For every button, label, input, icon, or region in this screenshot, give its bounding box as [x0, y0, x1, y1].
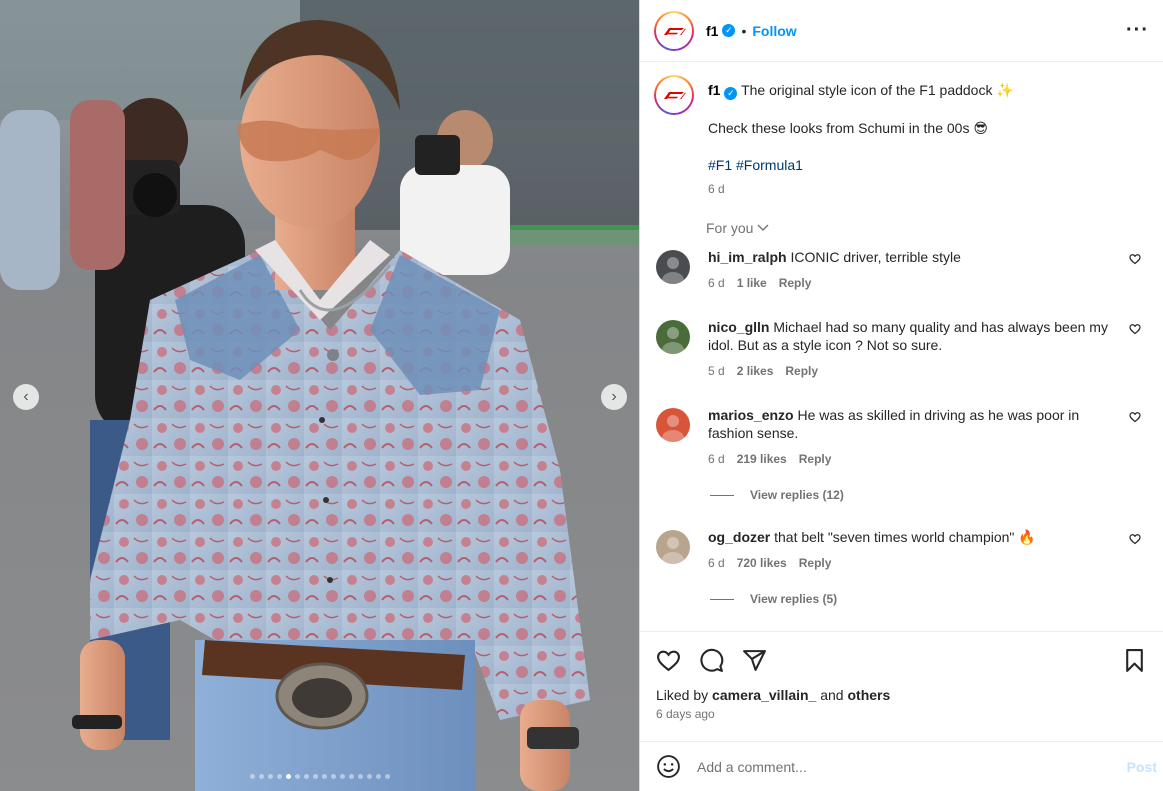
caption-username[interactable]: f1 [708, 82, 720, 98]
comment-text: ICONIC driver, terrible style [790, 249, 961, 265]
author-avatar[interactable] [654, 10, 694, 51]
comment-input[interactable] [697, 758, 1127, 775]
comment-item: marios_enzo He was as skilled in driving… [654, 406, 1149, 468]
slide-dot [348, 774, 354, 779]
post-media[interactable]: ‹ › [0, 0, 639, 791]
separator-dot: • [741, 22, 747, 39]
post-side-panel: f1 ✓ • Follow ··· f1 ✓ The original styl… [639, 0, 1163, 791]
slide-dot [321, 774, 327, 779]
post-comment-button[interactable]: Post [1127, 759, 1157, 775]
comment-text: that belt "seven times world champion" 🔥 [774, 529, 1036, 545]
slide-dot [294, 774, 300, 779]
comment-time[interactable]: 5 d [708, 362, 725, 380]
commenter-avatar[interactable] [656, 530, 690, 564]
comments-list[interactable]: f1 ✓ The original style icon of the F1 pa… [640, 63, 1163, 631]
commenter-username[interactable]: marios_enzo [708, 407, 794, 423]
comment-like-heart-icon[interactable] [1129, 411, 1141, 423]
slide-dot [339, 774, 345, 779]
liked-by-and: and [816, 687, 848, 703]
post-header: f1 ✓ • Follow ··· [640, 0, 1163, 62]
comment-reply-button[interactable]: Reply [799, 554, 832, 572]
follow-button[interactable]: Follow [752, 23, 796, 39]
caption-text-line1: The original style icon of the F1 paddoc… [741, 82, 1014, 98]
slide-dot [357, 774, 363, 779]
comment-reply-button[interactable]: Reply [799, 450, 832, 468]
caption-text-line2: Check these looks from Schumi in the 00s… [708, 120, 988, 136]
slide-dot [312, 774, 318, 779]
chevron-down-icon [757, 224, 769, 231]
emoji-icon[interactable] [656, 754, 681, 779]
comment-likes-count[interactable]: 1 like [737, 274, 767, 292]
slide-dot [330, 774, 336, 779]
next-slide-button[interactable]: › [601, 384, 627, 410]
comment-like-heart-icon[interactable] [1129, 253, 1141, 265]
liked-by-user-link[interactable]: camera_villain_ [712, 687, 816, 703]
f1-logo-icon [664, 27, 686, 35]
liked-by-text: Liked by camera_villain_ and others [656, 687, 1147, 703]
comment-thread: hi_im_ralph ICONIC driver, terrible styl… [654, 248, 1149, 606]
slide-dot [303, 774, 309, 779]
save-bookmark-icon[interactable] [1122, 648, 1147, 673]
view-replies-label: View replies (5) [750, 592, 838, 606]
slide-indicator [0, 774, 639, 779]
slide-dot [258, 774, 264, 779]
comment-bubble-icon[interactable] [699, 648, 724, 673]
comment-item: og_dozer that belt "seven times world ch… [654, 528, 1149, 572]
commenter-username[interactable]: og_dozer [708, 529, 770, 545]
comment-time[interactable]: 6 d [708, 554, 725, 572]
previous-slide-button[interactable]: ‹ [13, 384, 39, 410]
comment-likes-count[interactable]: 219 likes [737, 450, 787, 468]
slide-dot [267, 774, 273, 779]
comment-item: nico_glln Michael had so many quality an… [654, 318, 1149, 380]
post-actions: Liked by camera_villain_ and others 6 da… [640, 631, 1163, 721]
comment-likes-count[interactable]: 2 likes [737, 362, 774, 380]
share-send-icon[interactable] [742, 648, 767, 673]
chevron-left-icon: ‹ [23, 388, 29, 405]
commenter-avatar[interactable] [656, 408, 690, 442]
slide-dot [375, 774, 381, 779]
author-username[interactable]: f1 [706, 23, 718, 39]
verified-badge-icon: ✓ [724, 87, 738, 100]
comment-like-heart-icon[interactable] [1129, 323, 1141, 335]
caption-hashtags[interactable]: #F1 #Formula1 [708, 156, 1014, 174]
view-replies-button[interactable]: View replies (5) [710, 592, 1149, 606]
add-comment-bar: Post [640, 741, 1163, 791]
slide-dot [249, 774, 255, 779]
post-date[interactable]: 6 days ago [656, 707, 1147, 721]
view-replies-label: View replies (12) [750, 488, 844, 502]
f1-logo-icon [664, 92, 686, 99]
slide-dot [276, 774, 282, 779]
view-replies-button[interactable]: View replies (12) [710, 488, 1149, 502]
comment-time[interactable]: 6 d [708, 450, 725, 468]
post-photo [0, 0, 639, 791]
comment-sort-label: For you [706, 220, 754, 236]
instagram-post-dialog: ‹ › f1 ✓ • Follow ··· f1 ✓ The original … [0, 0, 1163, 791]
comment-reply-button[interactable]: Reply [785, 362, 818, 380]
comment-item: hi_im_ralph ICONIC driver, terrible styl… [654, 248, 1149, 292]
slide-dot [384, 774, 390, 779]
commenter-username[interactable]: nico_glln [708, 319, 769, 335]
comment-likes-count[interactable]: 720 likes [737, 554, 787, 572]
liked-by-others-link[interactable]: others [847, 687, 890, 703]
view-replies-line [710, 598, 734, 600]
chevron-right-icon: › [611, 388, 617, 405]
caption-time[interactable]: 6 d [708, 180, 1014, 198]
post-caption: f1 ✓ The original style icon of the F1 pa… [654, 75, 1149, 198]
commenter-username[interactable]: hi_im_ralph [708, 249, 787, 265]
comment-like-heart-icon[interactable] [1129, 533, 1141, 545]
like-heart-icon[interactable] [656, 648, 681, 673]
comment-reply-button[interactable]: Reply [779, 274, 812, 292]
caption-author-avatar[interactable] [654, 75, 694, 115]
commenter-avatar[interactable] [656, 250, 690, 284]
commenter-avatar[interactable] [656, 320, 690, 354]
view-replies-line [710, 494, 734, 496]
liked-by-prefix: Liked by [656, 687, 713, 703]
more-options-icon[interactable]: ··· [1126, 19, 1149, 42]
comment-time[interactable]: 6 d [708, 274, 725, 292]
verified-badge-icon: ✓ [722, 24, 736, 37]
slide-dot [366, 774, 372, 779]
slide-dot [285, 774, 291, 779]
comment-sort-dropdown[interactable]: For you [706, 220, 1149, 236]
